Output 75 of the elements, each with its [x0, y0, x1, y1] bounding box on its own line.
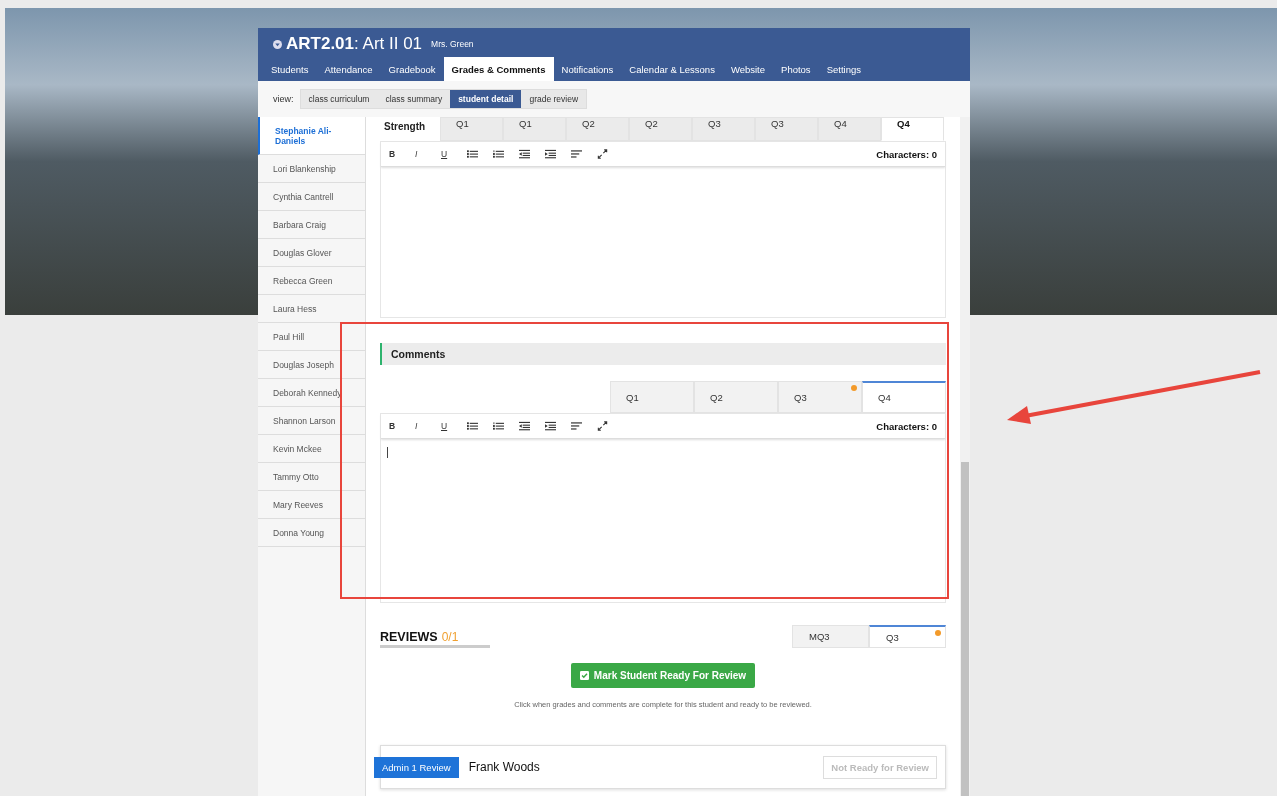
quarter-tab[interactable]: Q2: [629, 117, 692, 141]
view-option[interactable]: grade review: [521, 90, 587, 108]
student-item[interactable]: Douglas Joseph: [258, 351, 365, 379]
quarter-tab[interactable]: Q4: [862, 381, 946, 413]
format-button[interactable]: B: [389, 421, 415, 431]
student-item[interactable]: Deborah Kennedy: [258, 379, 365, 407]
bulleted-list-icon[interactable]: [467, 149, 478, 159]
nav-tab[interactable]: Gradebook: [380, 57, 444, 82]
fullscreen-icon[interactable]: [597, 149, 608, 159]
student-item[interactable]: Douglas Glover: [258, 239, 365, 267]
indent-icon[interactable]: [545, 421, 556, 431]
student-item[interactable]: Shannon Larson: [258, 407, 365, 435]
outdent-icon[interactable]: [519, 421, 530, 431]
scrollbar[interactable]: [960, 117, 970, 796]
student-item[interactable]: Mary Reeves: [258, 491, 365, 519]
student-item[interactable]: Paul Hill: [258, 323, 365, 351]
student-item[interactable]: Rebecca Green: [258, 267, 365, 295]
nav-tab[interactable]: Notifications: [553, 57, 622, 82]
nav-tab[interactable]: Students: [263, 57, 317, 82]
view-option[interactable]: class summary: [377, 90, 451, 108]
view-option[interactable]: class curriculum: [300, 90, 378, 108]
student-item[interactable]: Tammy Otto: [258, 463, 365, 491]
view-label: view:: [273, 94, 294, 104]
student-item[interactable]: Laura Hess: [258, 295, 365, 323]
reviewer-name: Frank Woods: [468, 760, 540, 774]
quarter-tab[interactable]: Q4: [881, 117, 944, 141]
bulleted-list-icon[interactable]: [467, 421, 478, 431]
fullscreen-icon[interactable]: [597, 421, 608, 431]
student-item[interactable]: Stephanie Ali-Daniels: [258, 117, 365, 155]
student-item[interactable]: Donna Young: [258, 519, 365, 547]
character-count: Characters: 0: [876, 420, 937, 432]
format-button[interactable]: B: [389, 149, 415, 159]
quarter-tab[interactable]: Q1: [503, 117, 566, 141]
reviews-title: REVIEWS: [380, 630, 438, 644]
course-title: ART2.01: Art II 01: [286, 34, 423, 54]
review-count: 0/1: [441, 630, 459, 644]
align-left-icon[interactable]: [571, 421, 582, 431]
section-title: Comments: [391, 348, 446, 360]
indent-icon[interactable]: [545, 149, 556, 159]
nav-tab[interactable]: Grades & Comments: [443, 57, 554, 82]
teacher-name: Mrs. Green: [431, 39, 474, 49]
character-count: Characters: 0: [876, 148, 937, 160]
quarter-tab[interactable]: Q3: [869, 625, 946, 648]
section-title: Strength: [383, 120, 427, 134]
student-item[interactable]: Lori Blankenship: [258, 155, 365, 183]
nav-tab[interactable]: Settings: [818, 57, 869, 82]
quarter-tab[interactable]: MQ3: [792, 625, 869, 648]
numbered-list-icon[interactable]: [493, 149, 504, 159]
numbered-list-icon[interactable]: [493, 421, 504, 431]
scroll-thumb[interactable]: [961, 462, 969, 796]
view-option[interactable]: student detail: [450, 90, 522, 108]
format-button[interactable]: U: [441, 149, 467, 159]
checkbox-icon: [579, 671, 589, 680]
nav-tab[interactable]: Calendar & Lessons: [621, 57, 723, 82]
quarter-tab[interactable]: Q4: [818, 117, 881, 141]
format-button[interactable]: I: [415, 149, 441, 159]
nav-tab[interactable]: Website: [722, 57, 774, 82]
student-item[interactable]: Cynthia Cantrell: [258, 183, 365, 211]
quarter-tab[interactable]: Q1: [610, 381, 694, 413]
nav-tab[interactable]: Attendance: [316, 57, 381, 82]
review-badge: Admin 1 Review: [374, 756, 459, 778]
quarter-tab[interactable]: Q2: [694, 381, 778, 413]
quarter-tab[interactable]: Q3: [755, 117, 818, 141]
format-button[interactable]: U: [441, 421, 467, 431]
nav-tab[interactable]: Photos: [773, 57, 819, 82]
align-left-icon[interactable]: [571, 149, 582, 159]
quarter-tab[interactable]: Q3: [692, 117, 755, 141]
quarter-tab[interactable]: Q1: [440, 117, 503, 141]
student-item[interactable]: Barbara Craig: [258, 211, 365, 239]
caret-icon[interactable]: [273, 39, 282, 49]
student-item[interactable]: Kevin Mckee: [258, 435, 365, 463]
quarter-tab[interactable]: Q3: [778, 381, 862, 413]
quarter-tab[interactable]: Q2: [566, 117, 629, 141]
format-button[interactable]: I: [415, 421, 441, 431]
outdent-icon[interactable]: [519, 149, 530, 159]
